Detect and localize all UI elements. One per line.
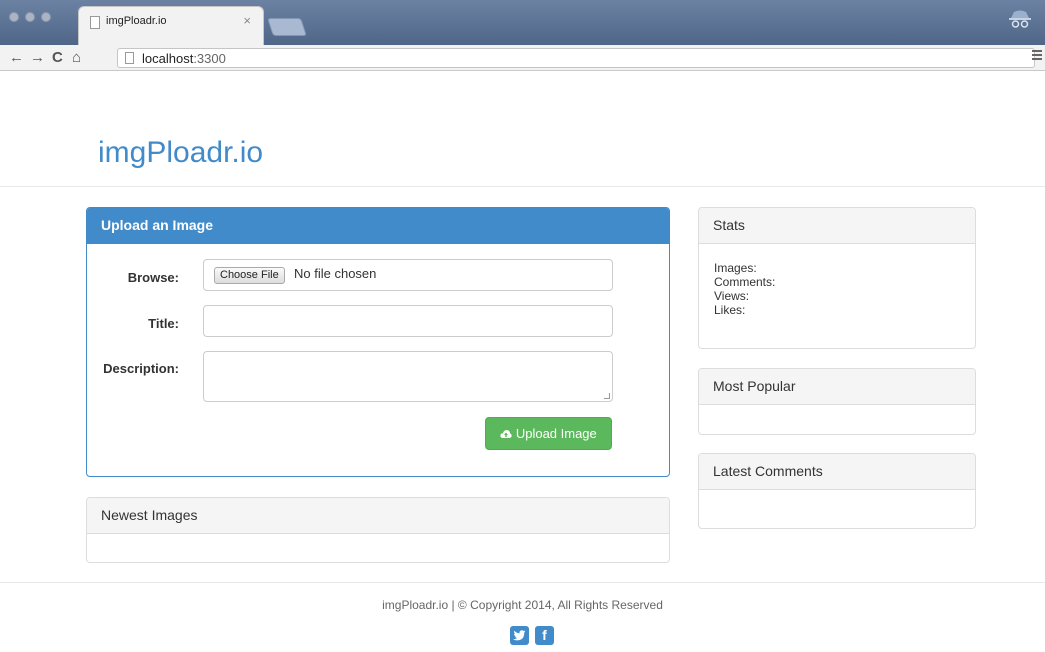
title-label: Title: [148,316,179,331]
url-port: :3300 [193,51,226,66]
choose-file-button[interactable]: Choose File [214,267,285,284]
stat-likes-label: Likes: [714,303,746,317]
home-button[interactable]: ⌂ [72,49,81,67]
url-text[interactable]: localhost:3300 [142,51,226,66]
footer-copyright: imgPloadr.io | © Copyright 2014, All Rig… [382,598,663,612]
stats-body: Images: Comments: Views: Likes: [699,244,975,334]
page-icon [125,52,134,64]
most-popular-panel: Most Popular [698,368,976,435]
browser-titlebar: imgPloadr.io × [0,0,1045,46]
tab-close-icon[interactable]: × [243,13,251,28]
file-status: No file chosen [294,266,377,281]
file-input[interactable]: Choose File No file chosen [203,259,613,291]
upload-panel: Upload an Image Browse: Choose File No f… [86,207,670,477]
title-input[interactable] [203,305,613,337]
upload-image-button[interactable]: Upload Image [485,417,612,450]
menu-icon[interactable] [1032,50,1042,60]
header-divider [0,186,1045,187]
resize-grip-icon[interactable] [604,393,610,399]
upload-panel-heading: Upload an Image [87,208,669,244]
page-content: imgPloadr.io Upload an Image Browse: Cho… [0,72,1045,652]
url-host: localhost [142,51,194,66]
new-tab-button[interactable] [267,18,307,36]
browser-tab[interactable]: imgPloadr.io × [78,6,264,46]
latest-comments-heading: Latest Comments [699,454,975,490]
stat-images-label: Images: [714,261,757,275]
site-brand[interactable]: imgPloadr.io [98,136,263,170]
cloud-upload-icon [500,430,512,438]
page-icon [90,16,100,29]
description-textarea[interactable] [203,351,613,402]
browser-toolbar: ← → C ⌂ localhost:3300 [0,45,1045,71]
description-label: Description: [103,361,179,376]
facebook-icon[interactable]: f [535,626,554,645]
stats-heading: Stats [699,208,975,244]
reload-button[interactable]: C [52,49,63,67]
footer-divider [0,582,1045,583]
stat-comments-label: Comments: [714,275,776,289]
tab-title: imgPloadr.io [106,15,167,27]
latest-comments-panel: Latest Comments [698,453,976,529]
incognito-icon [1009,10,1031,28]
forward-button[interactable]: → [30,49,45,67]
minimize-window-icon[interactable] [25,12,35,22]
newest-images-heading: Newest Images [87,498,669,534]
close-window-icon[interactable] [9,12,19,22]
browse-label: Browse: [127,270,179,285]
maximize-window-icon[interactable] [41,12,51,22]
newest-images-panel: Newest Images [86,497,670,563]
address-bar[interactable]: localhost:3300 [117,48,1035,68]
twitter-icon[interactable] [510,626,529,645]
back-button[interactable]: ← [9,49,24,67]
upload-image-label: Upload Image [515,426,597,441]
stats-panel: Stats Images: Comments: Views: Likes: [698,207,976,349]
most-popular-heading: Most Popular [699,369,975,405]
stat-views-label: Views: [714,289,750,303]
